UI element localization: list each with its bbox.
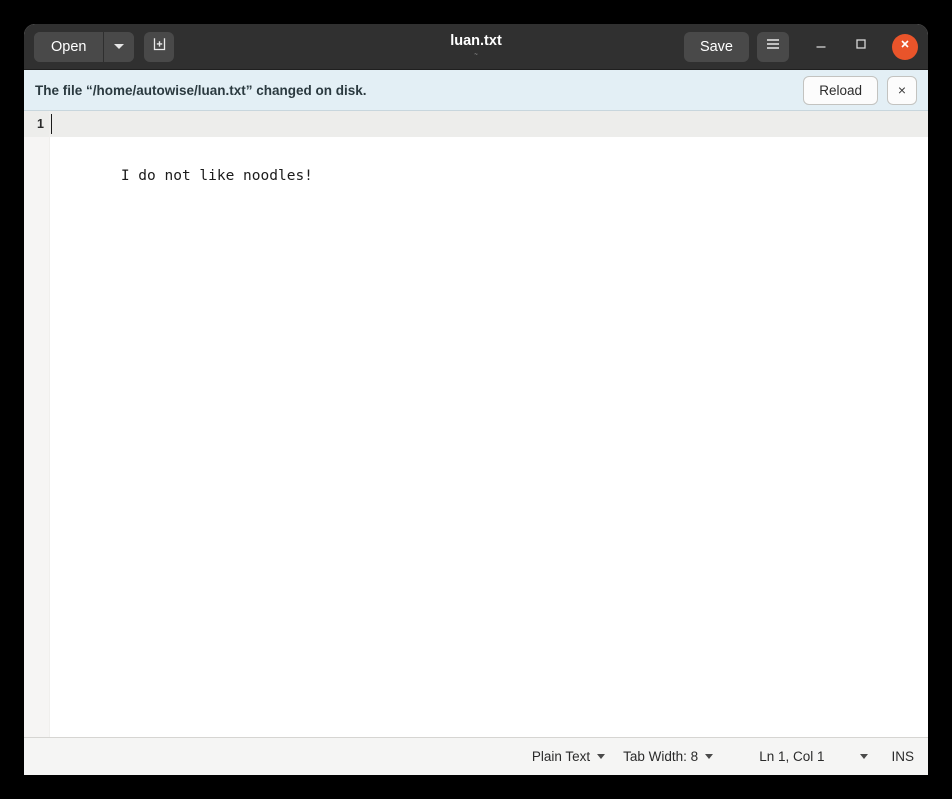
save-button[interactable]: Save	[683, 31, 749, 62]
minimize-window-button[interactable]	[808, 34, 834, 60]
chevron-down-icon	[114, 44, 125, 49]
main-menu-button[interactable]	[757, 31, 789, 62]
open-button-group: Open	[34, 31, 135, 62]
window-header-bar: Open luan.txt ~ Save	[24, 24, 928, 70]
editor-line[interactable]: I do not like noodles!	[50, 111, 928, 184]
open-button-label: Open	[51, 38, 87, 55]
go-to-line-dropdown-button[interactable]	[851, 744, 877, 770]
info-bar-message: The file “/home/autowise/luan.txt” chang…	[35, 82, 367, 98]
cursor-position-label: Ln 1, Col 1	[759, 749, 825, 764]
close-icon: ×	[897, 82, 907, 98]
cursor-position-indicator[interactable]: Ln 1, Col 1	[750, 744, 833, 770]
editor-area[interactable]: 1 I do not like noodles!	[24, 111, 928, 737]
open-recent-dropdown-button[interactable]	[104, 31, 135, 62]
minimize-icon	[814, 37, 828, 56]
header-right-controls: Save	[683, 31, 922, 62]
text-content-pane[interactable]: I do not like noodles!	[50, 111, 928, 737]
save-button-label: Save	[699, 38, 733, 55]
tab-width-label: Tab Width: 8	[623, 749, 699, 764]
language-label: Plain Text	[531, 749, 591, 764]
file-changed-info-bar: The file “/home/autowise/luan.txt” chang…	[24, 70, 928, 111]
header-left-controls: Open	[30, 31, 175, 62]
chevron-down-icon	[705, 754, 714, 759]
status-bar: Plain Text Tab Width: 8 Ln 1, Col 1 INS	[24, 737, 928, 775]
reload-button-label: Reload	[819, 82, 862, 98]
dismiss-info-bar-button[interactable]: ×	[887, 75, 917, 105]
chevron-down-icon	[860, 754, 869, 759]
tab-width-selector[interactable]: Tab Width: 8	[614, 744, 722, 770]
overwrite-mode-indicator[interactable]: INS	[877, 749, 914, 764]
text-cursor	[51, 114, 52, 134]
new-document-icon	[151, 36, 168, 58]
line-number-gutter: 1	[24, 111, 50, 737]
editor-line-text: I do not like noodles!	[120, 168, 313, 184]
reload-file-button[interactable]: Reload	[803, 75, 878, 105]
close-icon	[898, 37, 912, 56]
language-selector[interactable]: Plain Text	[523, 744, 614, 770]
open-button[interactable]: Open	[34, 31, 104, 62]
page-title: luan.txt	[450, 32, 502, 49]
chevron-down-icon	[597, 754, 606, 759]
line-number: 1	[24, 111, 49, 137]
maximize-window-button[interactable]	[848, 34, 874, 60]
maximize-icon	[854, 37, 868, 56]
new-document-button[interactable]	[144, 31, 175, 62]
close-window-button[interactable]	[892, 33, 918, 60]
hamburger-menu-icon	[765, 37, 781, 56]
text-editor-window: Open luan.txt ~ Save The file “/home/aut…	[24, 24, 928, 775]
document-path-subtitle: ~	[474, 51, 478, 58]
